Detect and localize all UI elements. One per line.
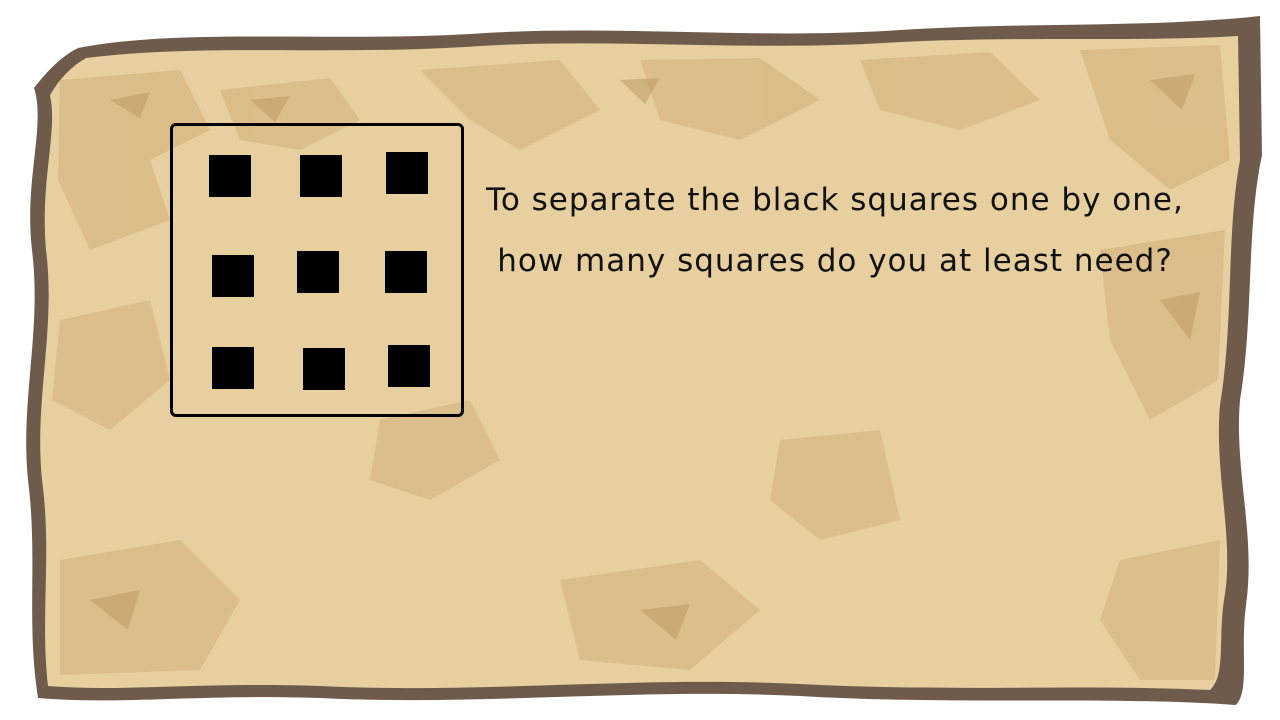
- black-square-3: [386, 152, 428, 194]
- black-square-6: [385, 251, 427, 293]
- black-square-8: [303, 348, 345, 390]
- question-text: To separate the black squares one by one…: [470, 170, 1200, 292]
- black-square-9: [388, 345, 430, 387]
- black-square-5: [297, 251, 339, 293]
- black-square-4: [212, 255, 254, 297]
- question-line-1: To separate the black squares one by one…: [486, 182, 1184, 218]
- puzzle-frame: [170, 123, 464, 417]
- black-square-1: [209, 155, 251, 197]
- black-square-7: [212, 347, 254, 389]
- question-line-2: how many squares do you at least need?: [497, 243, 1173, 279]
- black-square-2: [300, 155, 342, 197]
- game-screen: To separate the black squares one by one…: [0, 0, 1280, 720]
